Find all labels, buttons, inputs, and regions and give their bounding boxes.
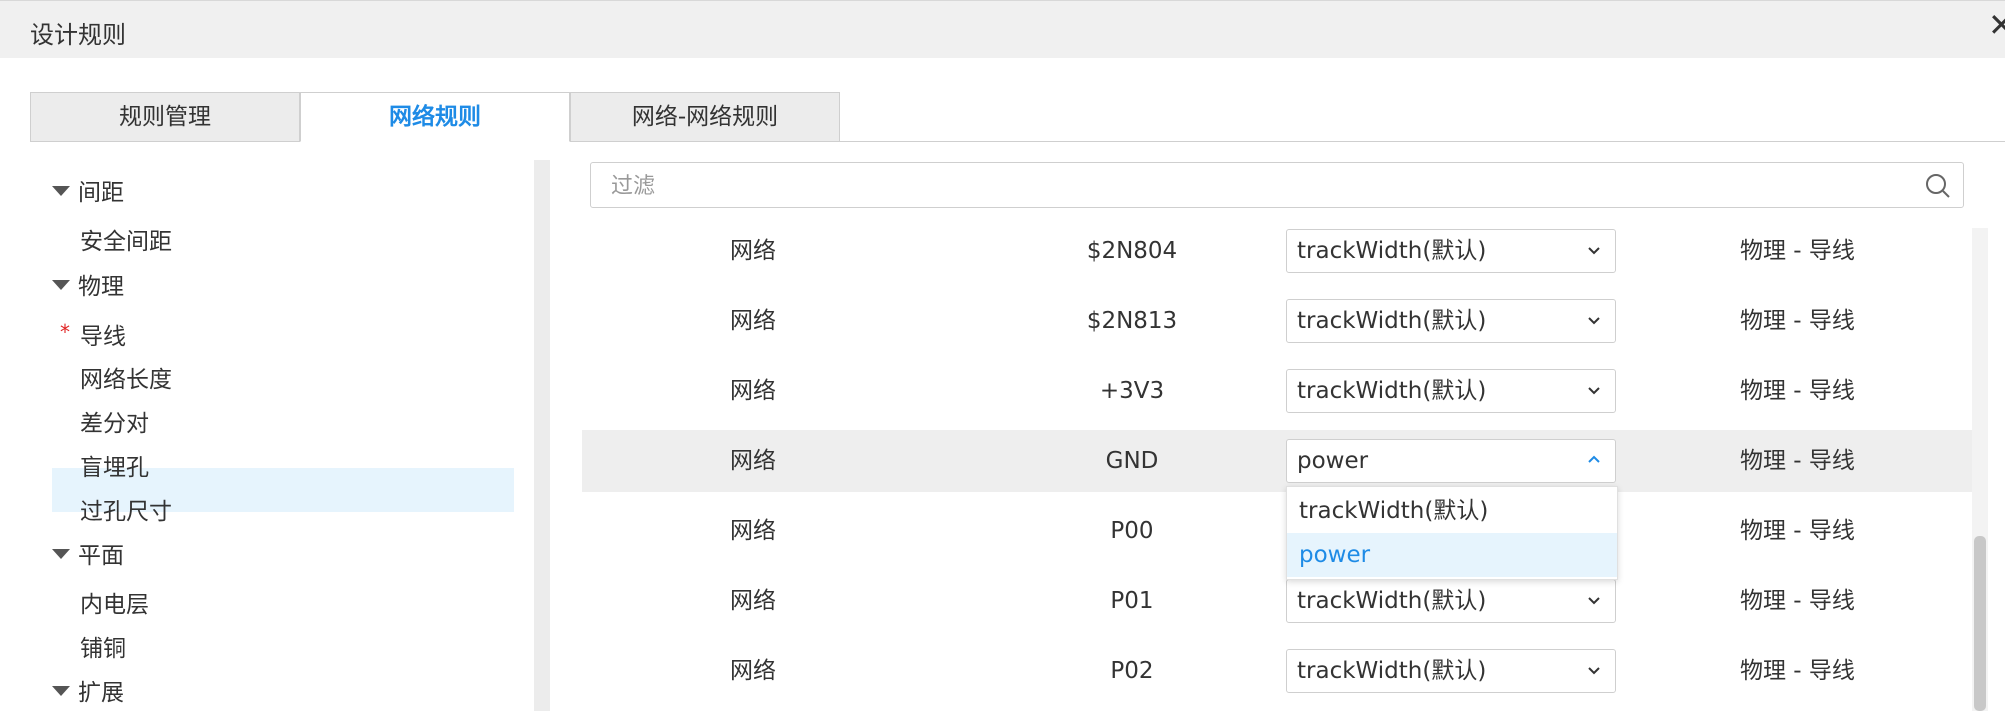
row-category: 物理 - 导线 bbox=[1740, 518, 1855, 544]
row-category: 物理 - 导线 bbox=[1740, 588, 1855, 614]
rule-tree: 间距 安全间距 物理 * 导线 网络长度 差分对 盲埋孔 过孔尺寸 平面 内电层… bbox=[0, 160, 530, 711]
chevron-down-icon bbox=[1588, 387, 1600, 395]
rule-select-value: trackWidth(默认) bbox=[1297, 308, 1487, 334]
scrollbar-thumb[interactable] bbox=[1974, 536, 1986, 711]
filter-box bbox=[590, 162, 1964, 208]
table-row[interactable]: 网络 GND power 物理 - 导线 bbox=[582, 430, 1972, 492]
dropdown-option-power[interactable]: power bbox=[1287, 533, 1617, 577]
tree-group-plane[interactable]: 平面 bbox=[52, 536, 124, 570]
rule-select-value: trackWidth(默认) bbox=[1297, 658, 1487, 684]
tab-bar: 规则管理 网络规则 网络-网络规则 bbox=[30, 92, 2005, 142]
rule-select-value: trackWidth(默认) bbox=[1297, 588, 1487, 614]
rule-dropdown-list: trackWidth(默认) power bbox=[1286, 486, 1618, 580]
tree-group-label: 间距 bbox=[78, 180, 124, 206]
close-icon[interactable]: ✕ bbox=[1988, 9, 2005, 41]
chevron-down-icon bbox=[1588, 597, 1600, 605]
tree-item-safety-spacing[interactable]: 安全间距 bbox=[80, 222, 172, 256]
row-category: 物理 - 导线 bbox=[1740, 308, 1855, 334]
row-type: 网络 bbox=[730, 238, 776, 264]
rule-select[interactable]: trackWidth(默认) bbox=[1286, 299, 1616, 343]
tree-item-diff-pair[interactable]: 差分对 bbox=[80, 404, 149, 438]
table-row[interactable]: 网络 P00 物理 - 导线 bbox=[582, 500, 1972, 562]
filter-input[interactable] bbox=[609, 169, 1893, 203]
tree-item-inner-plane[interactable]: 内电层 bbox=[80, 585, 149, 619]
row-type: 网络 bbox=[730, 658, 776, 684]
chevron-down-icon bbox=[1588, 667, 1600, 675]
triangle-down-icon[interactable] bbox=[52, 686, 70, 696]
triangle-down-icon[interactable] bbox=[52, 280, 70, 290]
rule-select-value: trackWidth(默认) bbox=[1297, 238, 1487, 264]
table-row[interactable]: 网络 $2N804 trackWidth(默认) 物理 - 导线 bbox=[582, 220, 1972, 282]
row-net-name: +3V3 bbox=[1099, 378, 1165, 404]
table-row[interactable]: 网络 +3V3 trackWidth(默认) 物理 - 导线 bbox=[582, 360, 1972, 422]
tree-group-label: 物理 bbox=[78, 274, 124, 300]
rule-select[interactable]: trackWidth(默认) bbox=[1286, 229, 1616, 273]
tree-group-spacing[interactable]: 间距 bbox=[52, 173, 124, 207]
tab-rule-management[interactable]: 规则管理 bbox=[30, 92, 300, 142]
row-type: 网络 bbox=[730, 308, 776, 334]
tree-item-track[interactable]: 导线 bbox=[80, 317, 126, 351]
modified-marker: * bbox=[60, 320, 70, 344]
table-row[interactable]: 网络 P02 trackWidth(默认) 物理 - 导线 bbox=[582, 640, 1972, 702]
chevron-down-icon bbox=[1588, 247, 1600, 255]
rule-select-value: power bbox=[1297, 448, 1369, 474]
tree-group-label: 平面 bbox=[78, 543, 124, 569]
tree-group-extension[interactable]: 扩展 bbox=[52, 673, 124, 707]
window-title: 设计规则 bbox=[30, 21, 126, 49]
row-type: 网络 bbox=[730, 518, 776, 544]
rule-select[interactable]: trackWidth(默认) bbox=[1286, 649, 1616, 693]
row-net-name: P01 bbox=[1110, 588, 1154, 614]
rule-select[interactable]: trackWidth(默认) bbox=[1286, 369, 1616, 413]
row-type: 网络 bbox=[730, 378, 776, 404]
chevron-down-icon bbox=[1588, 317, 1600, 325]
tab-net-to-net-rules[interactable]: 网络-网络规则 bbox=[570, 92, 840, 142]
pane-splitter[interactable] bbox=[534, 160, 550, 711]
tree-group-label: 扩展 bbox=[78, 680, 124, 706]
rule-select[interactable]: power bbox=[1286, 439, 1616, 483]
triangle-down-icon[interactable] bbox=[52, 186, 70, 196]
dropdown-option-trackwidth[interactable]: trackWidth(默认) bbox=[1287, 489, 1617, 533]
design-rules-window: 设计规则 ✕ 规则管理 网络规则 网络-网络规则 间距 安全间距 物理 * 导线… bbox=[0, 0, 2005, 711]
tree-item-copper-pour[interactable]: 铺铜 bbox=[80, 629, 126, 663]
row-category: 物理 - 导线 bbox=[1740, 448, 1855, 474]
table-row[interactable]: 网络 $2N813 trackWidth(默认) 物理 - 导线 bbox=[582, 290, 1972, 352]
tab-net-rules[interactable]: 网络规则 bbox=[300, 92, 570, 142]
row-type: 网络 bbox=[730, 588, 776, 614]
tree-item-net-length[interactable]: 网络长度 bbox=[80, 360, 172, 394]
row-category: 物理 - 导线 bbox=[1740, 378, 1855, 404]
chevron-up-icon bbox=[1588, 455, 1600, 463]
title-bar: 设计规则 ✕ bbox=[0, 0, 2005, 58]
row-net-name: $2N813 bbox=[1086, 308, 1178, 334]
row-category: 物理 - 导线 bbox=[1740, 238, 1855, 264]
tree-item-blind-buried-via[interactable]: 盲埋孔 bbox=[80, 448, 149, 482]
row-category: 物理 - 导线 bbox=[1740, 658, 1855, 684]
row-type: 网络 bbox=[730, 448, 776, 474]
tree-item-via-size[interactable]: 过孔尺寸 bbox=[80, 492, 172, 526]
tree-group-physical[interactable]: 物理 bbox=[52, 267, 124, 301]
triangle-down-icon[interactable] bbox=[52, 549, 70, 559]
table-row[interactable]: 网络 P01 trackWidth(默认) 物理 - 导线 bbox=[582, 570, 1972, 632]
search-icon[interactable] bbox=[1925, 173, 1951, 199]
row-net-name: GND bbox=[1105, 448, 1159, 474]
row-net-name: P00 bbox=[1110, 518, 1154, 544]
rule-select-value: trackWidth(默认) bbox=[1297, 378, 1487, 404]
row-net-name: P02 bbox=[1110, 658, 1154, 684]
rule-select[interactable]: trackWidth(默认) bbox=[1286, 579, 1616, 623]
row-net-name: $2N804 bbox=[1086, 238, 1178, 264]
